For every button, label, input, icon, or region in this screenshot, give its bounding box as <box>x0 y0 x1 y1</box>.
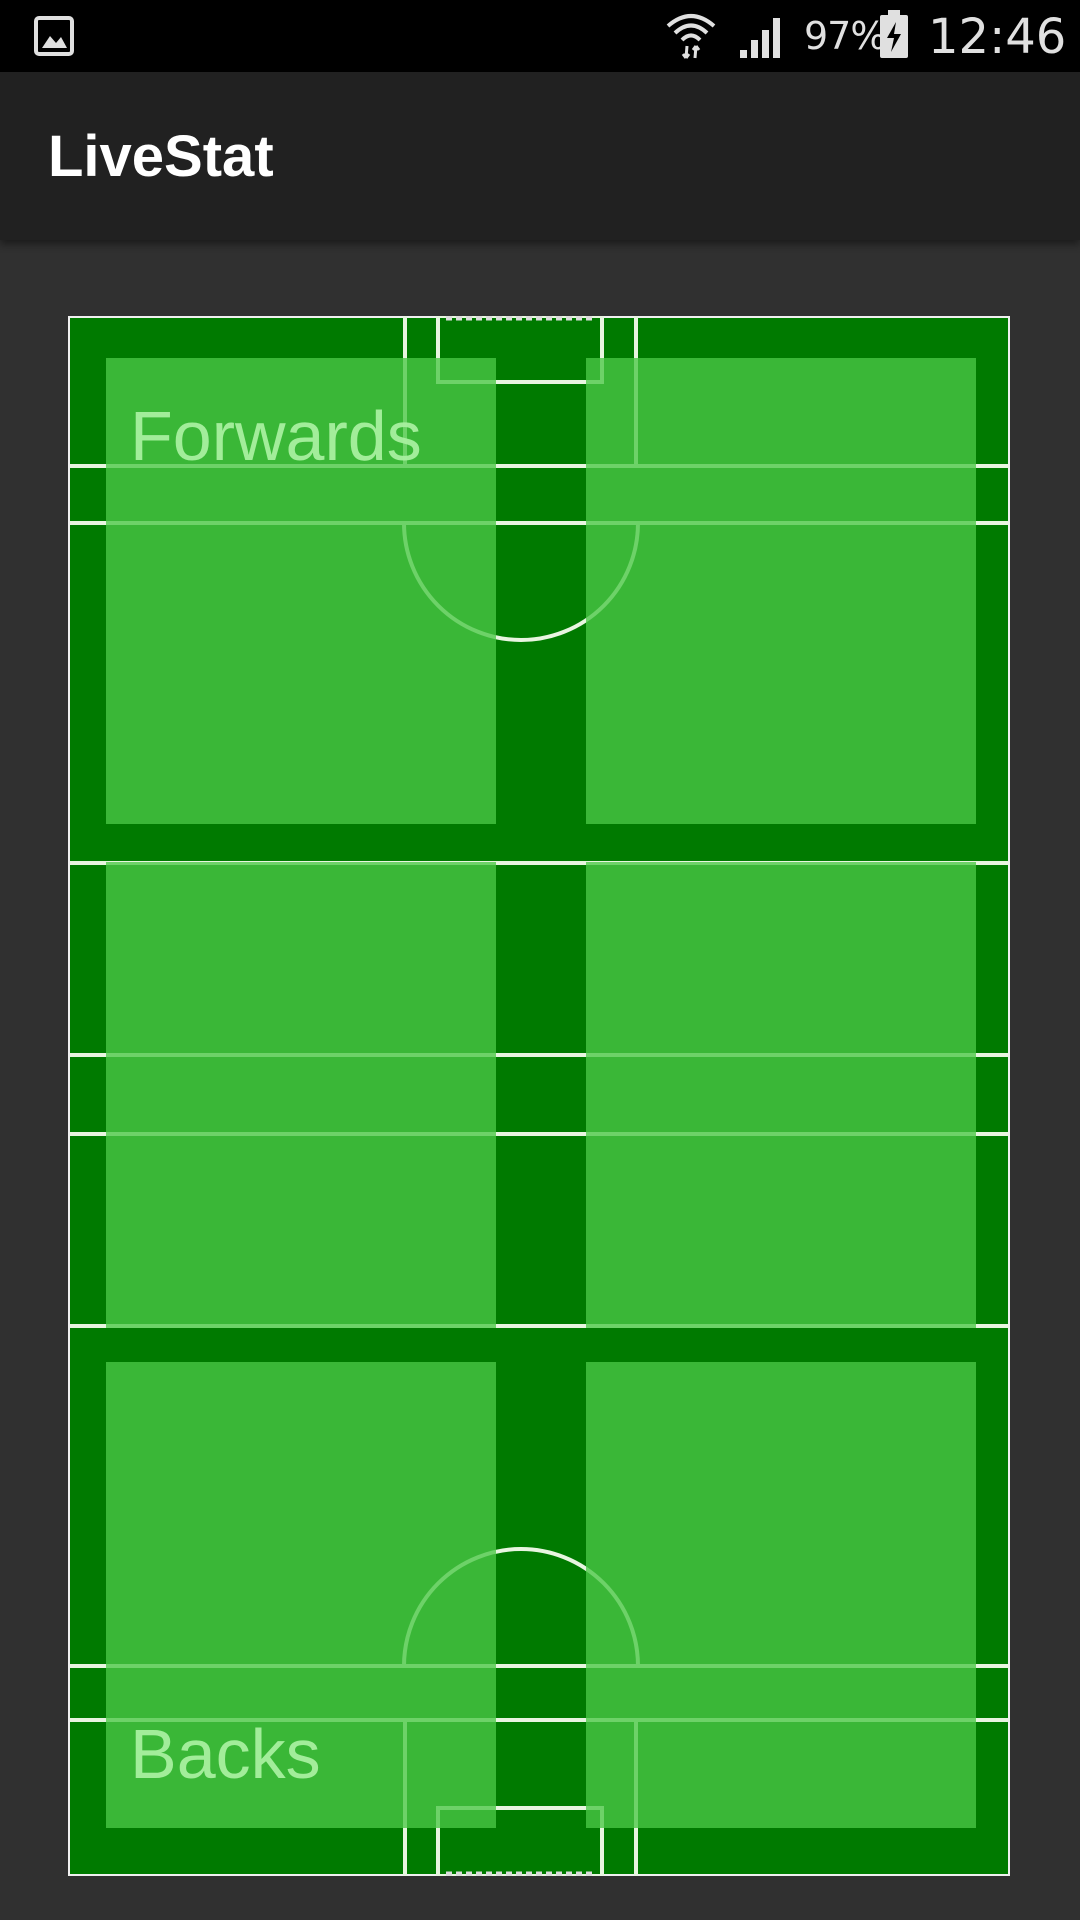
image-icon <box>34 16 74 56</box>
battery-charging-icon <box>880 10 908 58</box>
app-bar: LiveStat <box>0 72 1080 240</box>
backs-label: Backs <box>130 1715 321 1793</box>
zone-midfield-right[interactable] <box>586 862 976 1328</box>
zone-midfield-left[interactable] <box>106 862 496 1328</box>
zone-backs-right[interactable] <box>586 1362 976 1828</box>
wifi-icon <box>666 14 716 59</box>
forwards-label: Forwards <box>130 397 422 475</box>
zone-forwards-right[interactable] <box>586 358 976 824</box>
status-time: 12:46 <box>928 9 1067 65</box>
battery-percent: 97% <box>804 14 886 58</box>
cell-signal-icon <box>740 18 780 58</box>
app-title: LiveStat <box>48 124 274 189</box>
pitch: Forwards Backs <box>68 316 1010 1876</box>
status-bar: 97% 12:46 <box>0 0 1080 72</box>
